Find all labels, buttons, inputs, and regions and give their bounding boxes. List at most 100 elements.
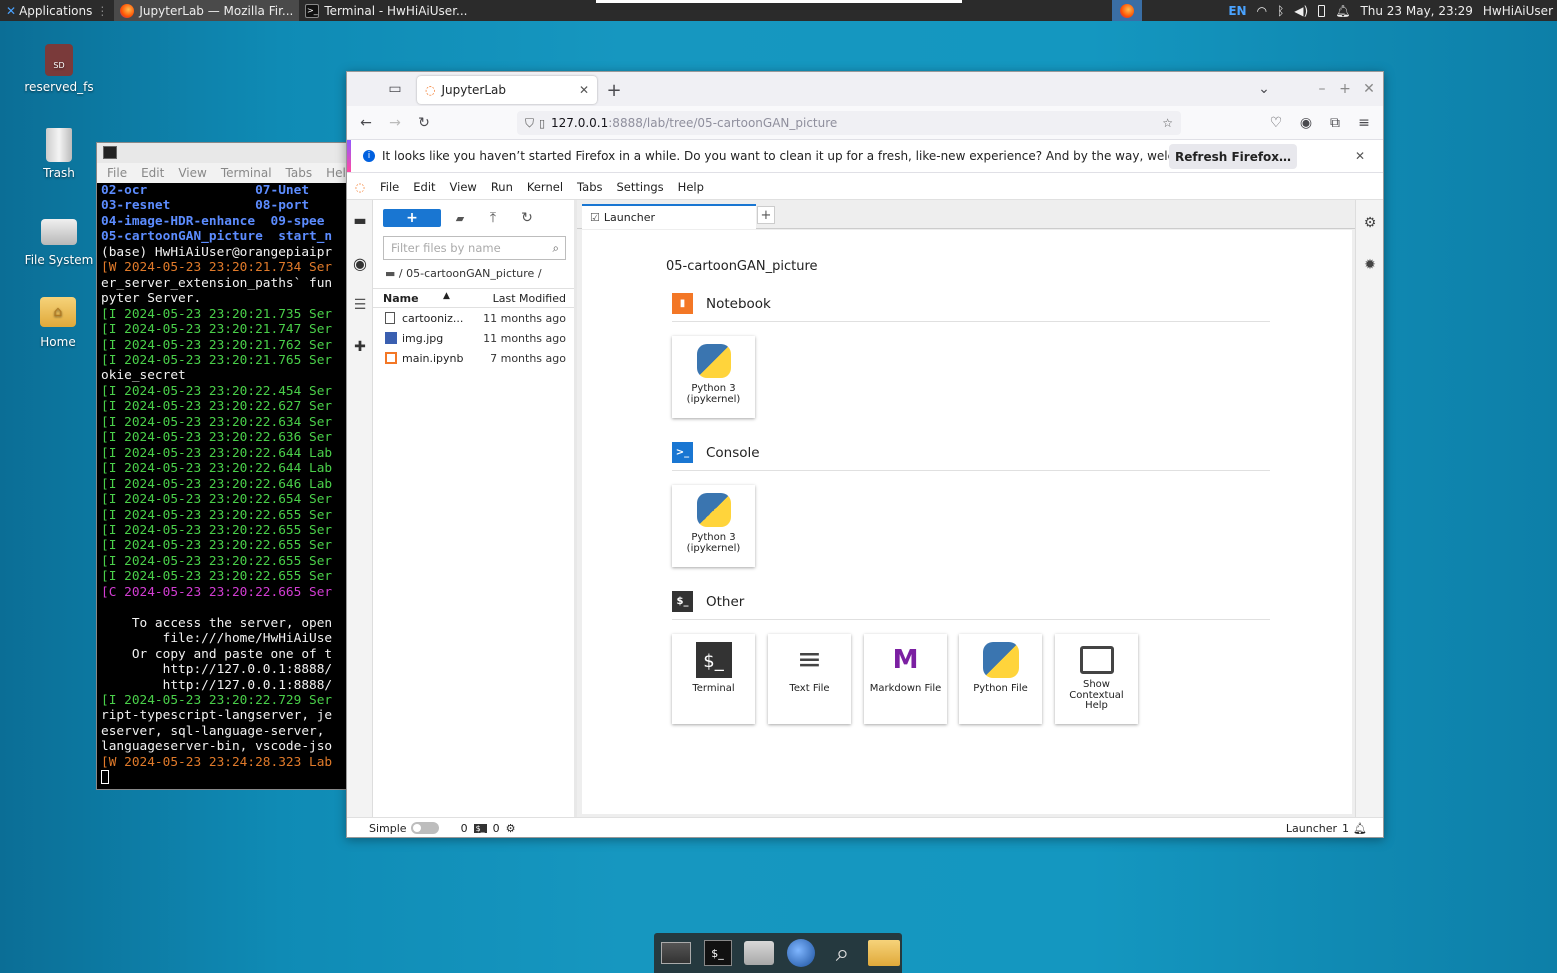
launcher-card-console-python3[interactable]: Python 3 (ipykernel) — [672, 485, 755, 567]
bookmark-star-icon[interactable]: ☆ — [1162, 116, 1173, 130]
markdown-icon: M — [892, 645, 919, 675]
menu-view[interactable]: View — [443, 180, 484, 194]
tab-launcher[interactable]: ☑ Launcher — [582, 204, 756, 229]
taskbar-item-terminal[interactable]: >_ Terminal - HwHiAiUser... — [299, 0, 473, 21]
close-notice-icon[interactable]: ✕ — [1355, 149, 1365, 163]
simple-mode-toggle[interactable] — [410, 822, 439, 834]
reload-icon[interactable]: ↻ — [415, 114, 433, 132]
launcher-card-text-file[interactable]: ≡ Text File — [768, 634, 851, 724]
dock-app-finder[interactable]: ⌕ — [825, 936, 861, 970]
tab-overview-icon[interactable]: ▭ — [385, 80, 405, 98]
refresh-firefox-button[interactable]: Refresh Firefox… — [1169, 144, 1297, 169]
terminal-count[interactable]: 0 — [493, 822, 500, 835]
terminal-menu-tabs[interactable]: Tabs — [286, 166, 313, 180]
menu-help[interactable]: Help — [671, 180, 711, 194]
terminal-window[interactable]: File Edit View Terminal Tabs Help 02-ocr… — [96, 142, 348, 790]
battery-icon[interactable] — [1318, 4, 1326, 17]
back-icon[interactable]: ← — [357, 114, 375, 132]
list-tabs-icon[interactable]: ⌄ — [1255, 80, 1273, 98]
table-of-contents-icon[interactable]: ☰ — [351, 296, 369, 314]
terminal-menu-terminal[interactable]: Terminal — [221, 166, 272, 180]
menu-run[interactable]: Run — [484, 180, 520, 194]
folder-icon[interactable]: ▬ — [351, 212, 369, 230]
dock-folder[interactable] — [866, 936, 902, 970]
desktop-icon-reserved-fs[interactable]: SD reserved_fs — [19, 44, 99, 94]
menu-tabs[interactable]: Tabs — [570, 180, 609, 194]
desktop-icon-file-system[interactable]: File System — [19, 213, 99, 267]
workspace-indicator[interactable] — [596, 0, 962, 3]
dock-file-manager[interactable] — [741, 936, 777, 970]
property-inspector-icon[interactable]: ⚙ — [1361, 214, 1379, 232]
launcher-card-notebook-python3[interactable]: Python 3 (ipykernel) — [672, 336, 755, 418]
dock-web-browser[interactable] — [783, 936, 819, 970]
tracking-shield-icon[interactable]: ⛉ — [525, 116, 534, 131]
file-list-header: Name ▲ Last Modified — [373, 288, 574, 308]
file-row[interactable]: main.ipynb 7 months ago — [373, 348, 574, 368]
applications-menu[interactable]: ✕ Applications ⋮ — [0, 0, 114, 21]
new-launcher-tab-button[interactable]: + — [757, 206, 775, 224]
new-launcher-button[interactable]: + — [383, 209, 441, 227]
notification-bell-icon[interactable]: 🔔︎ — [1335, 4, 1350, 18]
menu-file[interactable]: File — [373, 180, 406, 194]
folder-icon[interactable]: ▬ — [385, 267, 395, 280]
firefox-launcher-button[interactable] — [1112, 0, 1142, 21]
console-icon: >_ — [672, 442, 693, 463]
volume-icon[interactable]: ◀) — [1294, 4, 1308, 18]
taskbar-item-firefox[interactable]: JupyterLab — Mozilla Fir... — [114, 0, 300, 21]
desktop-icon-trash[interactable]: Trash — [19, 128, 99, 180]
close-tab-icon[interactable]: ✕ — [579, 83, 589, 97]
menu-settings[interactable]: Settings — [610, 180, 671, 194]
debugger-icon[interactable]: ✹ — [1361, 256, 1379, 274]
user-name[interactable]: HwHiAiUser — [1483, 4, 1553, 18]
breadcrumb[interactable]: ▬ / 05-cartoonGAN_picture / — [385, 267, 542, 280]
kernel-count[interactable]: 0 — [461, 822, 468, 835]
breadcrumb-path[interactable]: / 05-cartoonGAN_picture / — [399, 267, 542, 280]
terminal-titlebar[interactable] — [97, 143, 347, 163]
minimize-icon[interactable]: – — [1315, 80, 1329, 98]
terminal-menu-view[interactable]: View — [178, 166, 206, 180]
wifi-icon[interactable]: ◠ — [1257, 4, 1267, 18]
desktop-icon-label: Home — [40, 335, 76, 349]
clock[interactable]: Thu 23 May, 23:29 — [1360, 4, 1472, 18]
terminal-line: 04-image-HDR-enhance 09-spee — [101, 213, 325, 229]
launcher-card-python-file[interactable]: Python File — [959, 634, 1042, 724]
forward-icon[interactable]: → — [386, 114, 404, 132]
dock-show-desktop[interactable] — [658, 936, 694, 970]
notification-count[interactable]: 1 — [1342, 822, 1349, 835]
new-folder-icon[interactable]: ▰ — [451, 209, 469, 227]
app-menu-icon[interactable]: ≡ — [1355, 114, 1373, 132]
dock-terminal[interactable]: $_ — [700, 936, 736, 970]
column-name[interactable]: Name — [383, 292, 419, 305]
terminal-output[interactable]: 02-ocr 07-Unet 03-resnet 08-port 04-image-… — [97, 183, 347, 785]
keyboard-layout[interactable]: EN — [1228, 4, 1246, 18]
file-row[interactable]: img.jpg 11 months ago — [373, 328, 574, 348]
close-window-icon[interactable]: ✕ — [1362, 80, 1376, 98]
file-row[interactable]: cartooniz... 11 months ago — [373, 308, 574, 328]
launcher-card-terminal[interactable]: $_ Terminal — [672, 634, 755, 724]
pocket-icon[interactable]: ♡ — [1267, 114, 1285, 132]
desktop-icon-home[interactable]: ⌂ Home — [18, 297, 98, 349]
running-sessions-icon[interactable]: ◉ — [351, 254, 369, 273]
upload-icon[interactable]: ⤒ — [484, 209, 502, 227]
page-icon[interactable]: ▯ — [539, 117, 545, 130]
launcher-card-contextual-help[interactable]: Show Contextual Help — [1055, 634, 1138, 724]
bluetooth-icon[interactable]: ᛒ — [1277, 4, 1284, 18]
terminal-menu-file[interactable]: File — [107, 166, 127, 180]
url-bar[interactable]: ⛉ ▯ 127.0.0.1 :8888/lab/tree/05-cartoonG… — [517, 111, 1181, 135]
launcher-card-markdown-file[interactable]: M Markdown File — [864, 634, 947, 724]
notification-bell-icon[interactable]: 🔔︎ — [1353, 822, 1367, 835]
maximize-icon[interactable]: + — [1338, 80, 1352, 98]
extension-puzzle-icon[interactable]: ✚ — [351, 338, 369, 356]
terminal-menu-help[interactable]: Help — [326, 166, 347, 180]
refresh-icon[interactable]: ↻ — [518, 209, 536, 227]
extensions-icon[interactable]: ⧉ — [1326, 114, 1344, 132]
menu-edit[interactable]: Edit — [406, 180, 442, 194]
filter-files-input[interactable]: Filter files by name ⌕ — [383, 236, 566, 260]
tab-jupyterlab[interactable]: ◌ JupyterLab ✕ — [417, 76, 597, 104]
firefox-window[interactable]: ▭ ◌ JupyterLab ✕ + ⌄ – + ✕ ← → ↻ ⛉ ▯ 127… — [346, 71, 1384, 838]
account-icon[interactable]: ◉ — [1297, 114, 1315, 132]
new-tab-button[interactable]: + — [603, 79, 625, 101]
menu-kernel[interactable]: Kernel — [520, 180, 570, 194]
column-last-modified[interactable]: Last Modified — [493, 292, 566, 305]
terminal-menu-edit[interactable]: Edit — [141, 166, 164, 180]
